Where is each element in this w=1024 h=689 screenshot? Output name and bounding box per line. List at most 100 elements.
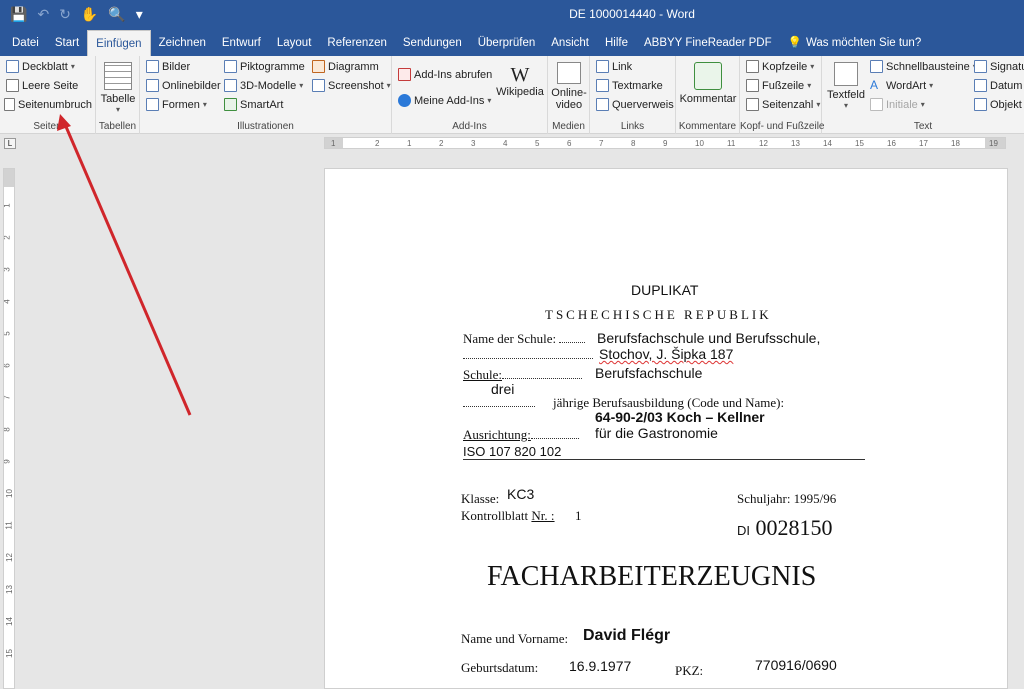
ruler-number: 1 [407, 139, 412, 148]
leere-seite-button[interactable]: Leere Seite [6, 79, 78, 92]
window-title: DE 1000014440 - Word [569, 7, 695, 21]
tab-ansicht[interactable]: Ansicht [543, 30, 597, 56]
diagramm-button[interactable]: Diagramm [312, 60, 379, 73]
3d-modelle-button[interactable]: 3D-Modelle ▾ [224, 79, 303, 92]
ruler-number: 15 [855, 139, 864, 148]
screenshot-button[interactable]: Screenshot ▾ [312, 79, 391, 92]
group-medien: Online- video Medien [548, 56, 590, 134]
formen-button[interactable]: Formen ▾ [146, 98, 207, 111]
horizontal-ruler[interactable]: 1 2 1 2 3 4 5 6 7 8 9 10 11 12 13 14 15 … [324, 137, 1006, 149]
tab-hilfe[interactable]: Hilfe [597, 30, 636, 56]
ruler-number: 4 [503, 139, 508, 148]
tab-abbyy[interactable]: ABBYY FineReader PDF [636, 30, 780, 56]
ruler-number: 19 [989, 139, 998, 148]
ausrichtung-label: Ausrichtung: [463, 427, 579, 443]
group-text: Textfeld ▾ Schnellbausteine▾ AWordArt▾ I… [822, 56, 1024, 134]
ausbildung-value: 64-90-2/03 Koch – Kellner [595, 409, 765, 425]
page-number-icon [746, 98, 759, 111]
tab-ueberpruefen[interactable]: Überprüfen [470, 30, 544, 56]
onlinebilder-label: Onlinebilder [162, 79, 221, 92]
seitenzahl-label: Seitenzahl [762, 98, 814, 111]
icons-icon [224, 60, 237, 73]
smartart-label: SmartArt [240, 98, 284, 111]
signatur-button[interactable]: Signatu [974, 60, 1024, 73]
deckblatt-button[interactable]: Deckblatt ▾ [6, 60, 75, 73]
meine-addins-button[interactable]: Meine Add-Ins ▾ [398, 94, 491, 107]
tab-layout[interactable]: Layout [269, 30, 320, 56]
dotted-fill [463, 358, 593, 359]
wikipedia-button[interactable]: W Wikipedia [496, 64, 544, 98]
document-page[interactable]: DUPLIKAT TSCHECHISCHE REPUBLIK Name der … [324, 168, 1008, 689]
wordart-button[interactable]: A WordArt ▾ [870, 79, 933, 92]
piktogramme-button[interactable]: Piktogramme [224, 60, 305, 73]
pkz-label: PKZ: [675, 663, 704, 678]
objekt-button[interactable]: Objekt [974, 98, 1022, 111]
dotted-fill [559, 342, 586, 343]
tab-referenzen[interactable]: Referenzen [319, 30, 394, 56]
bilder-label: Bilder [162, 60, 191, 73]
group-illustrationen: Bilder Onlinebilder Formen ▾ Piktogramme … [140, 56, 392, 134]
ruler-number: 13 [4, 585, 14, 594]
ruler-number: 10 [695, 139, 704, 148]
ausrichtung-label-text: Ausrichtung: [463, 427, 531, 442]
seitenumbruch-button[interactable]: Seitenumbruch [4, 98, 92, 111]
onlinevideo-label-1: Online- [551, 87, 587, 99]
online-picture-icon [146, 79, 159, 92]
tab-datei[interactable]: Datei [4, 30, 47, 56]
tab-entwurf[interactable]: Entwurf [214, 30, 269, 56]
textfeld-button[interactable]: Textfeld ▾ [824, 62, 868, 110]
onlinebilder-button[interactable]: Onlinebilder [146, 79, 221, 92]
group-label-tabellen: Tabellen [98, 121, 137, 132]
chevron-down-icon: ▾ [115, 105, 120, 114]
tabelle-button[interactable]: Tabelle ▾ [100, 62, 136, 114]
schnellbausteine-button[interactable]: Schnellbausteine▾ [870, 60, 977, 73]
querverweis-button[interactable]: Querverweis [596, 98, 674, 111]
kommentar-button[interactable]: Kommentar [678, 62, 738, 105]
fusszeile-button[interactable]: Fußzeile ▾ [746, 79, 811, 92]
meine-addins-label: Meine Add-Ins [414, 94, 485, 107]
addins-abrufen-button[interactable]: Add-Ins abrufen [398, 68, 492, 81]
di-number-value: 0028150 [755, 515, 833, 540]
kopfzeile-button[interactable]: Kopfzeile ▾ [746, 60, 814, 73]
vertical-ruler[interactable]: 1 2 3 4 5 6 7 8 9 10 11 12 13 14 15 [3, 168, 15, 689]
klasse-value: KC3 [507, 486, 535, 502]
tab-einfuegen[interactable]: Einfügen [87, 30, 151, 56]
link-button[interactable]: Link [596, 60, 632, 73]
tell-me-box[interactable]: 💡 Was möchten Sie tun? [780, 30, 930, 56]
tab-selector[interactable]: L [4, 138, 16, 149]
link-label: Link [612, 60, 633, 73]
3d-model-icon [224, 79, 237, 92]
schule-name-label-text: Name der Schule: [463, 331, 557, 346]
chevron-down-icon: ▾ [929, 81, 934, 90]
ruler-number: 2 [3, 235, 12, 240]
datum-button[interactable]: Datum [974, 79, 1022, 92]
group-kopf-fusszeile: Kopfzeile ▾ Fußzeile ▾ Seitenzahl ▾ Kopf- u… [740, 56, 825, 134]
bilder-button[interactable]: Bilder [146, 60, 190, 73]
onlinevideo-button[interactable]: Online- video [550, 62, 588, 111]
smartart-button[interactable]: SmartArt [224, 98, 283, 111]
smartart-icon [224, 98, 237, 111]
ruler-number: 8 [631, 139, 636, 148]
nr-value: 1 [575, 508, 582, 523]
ruler-number: 17 [919, 139, 928, 148]
tab-zeichnen[interactable]: Zeichnen [151, 30, 214, 56]
dotted-fill [502, 378, 582, 379]
name-value: David Flégr [583, 627, 671, 644]
duplikat-heading: DUPLIKAT [631, 282, 699, 298]
group-label-kopf-fusszeile: Kopf- und Fußzeile [740, 121, 825, 132]
group-tabellen: Tabelle ▾ Tabellen [96, 56, 140, 134]
ruler-number: 7 [3, 395, 12, 400]
textmarke-button[interactable]: Textmarke [596, 79, 663, 92]
group-addins: Add-Ins abrufen Meine Add-Ins ▾ W Wikiped… [392, 56, 548, 134]
schule-name-value-1: Berufsfachschule und Berufsschule, [597, 330, 821, 346]
geburt-label: Geburtsdatum: [461, 660, 539, 675]
signature-icon [974, 60, 987, 73]
chevron-down-icon: ▾ [843, 101, 848, 110]
seitenzahl-button[interactable]: Seitenzahl ▾ [746, 98, 820, 111]
tab-sendungen[interactable]: Sendungen [395, 30, 470, 56]
republik-heading: TSCHECHISCHE REPUBLIK [545, 307, 772, 322]
schnellbausteine-label: Schnellbausteine [886, 60, 970, 73]
header-icon [746, 60, 759, 73]
initiale-button[interactable]: Initiale ▾ [870, 98, 925, 111]
tab-start[interactable]: Start [47, 30, 87, 56]
